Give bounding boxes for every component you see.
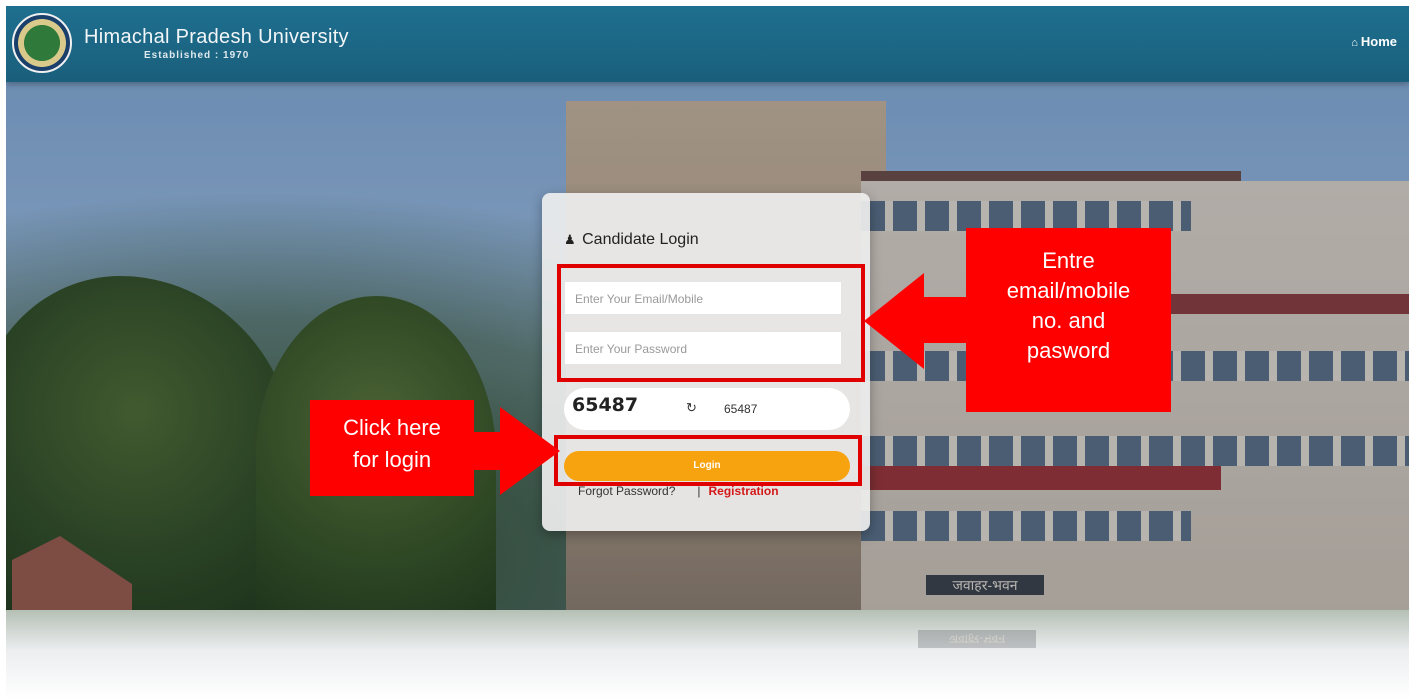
highlight-login-button bbox=[554, 435, 862, 486]
callout-line: email/mobile bbox=[1006, 278, 1131, 303]
highlight-credentials bbox=[557, 264, 865, 382]
arrow-left-icon bbox=[864, 273, 924, 369]
registration-link[interactable]: Registration bbox=[709, 484, 779, 498]
callout-line: Click here bbox=[343, 415, 441, 440]
brand-title: Himachal Pradesh University bbox=[84, 26, 349, 48]
callout-line: for login bbox=[352, 447, 432, 472]
captcha-input[interactable]: 65487 bbox=[724, 402, 757, 416]
callout-line: pasword bbox=[1026, 338, 1111, 363]
reflected-plaque: जवाहर-भवन bbox=[918, 630, 1036, 648]
login-title-text: Candidate Login bbox=[582, 231, 699, 248]
brand-subtitle: Established : 1970 bbox=[144, 50, 250, 61]
arrow-shaft bbox=[922, 297, 968, 343]
user-icon: ♟ bbox=[564, 232, 576, 247]
login-links: Forgot Password? | Registration bbox=[578, 484, 779, 498]
screenshot-frame: जवाहर-भवन Himachal Pradesh University Es… bbox=[6, 6, 1409, 610]
forgot-password-link[interactable]: Forgot Password? bbox=[578, 484, 675, 498]
credentials-callout: Entre email/mobile no. and pasword bbox=[966, 228, 1171, 412]
home-icon: ⌂ bbox=[1351, 37, 1358, 49]
home-link[interactable]: ⌂ Home bbox=[1351, 34, 1397, 49]
refresh-icon[interactable]: ↻ bbox=[686, 400, 697, 416]
brand[interactable]: Himachal Pradesh University Established … bbox=[84, 26, 349, 61]
captcha-box: 65487 ↻ 65487 bbox=[564, 388, 850, 430]
top-navbar: Himachal Pradesh University Established … bbox=[6, 6, 1409, 82]
callout-line: Entre bbox=[1042, 248, 1095, 273]
university-logo[interactable] bbox=[12, 13, 72, 73]
captcha-code: 65487 bbox=[572, 394, 639, 416]
callout-line: no. and bbox=[1031, 308, 1106, 333]
reflection-strip bbox=[6, 610, 1409, 700]
login-callout: Click here for login bbox=[310, 400, 474, 496]
home-label: Home bbox=[1360, 34, 1397, 49]
arrow-right-icon bbox=[500, 407, 560, 495]
link-separator: | bbox=[697, 484, 701, 498]
arrow-shaft bbox=[472, 432, 502, 470]
login-title: ♟ Candidate Login bbox=[564, 231, 699, 249]
